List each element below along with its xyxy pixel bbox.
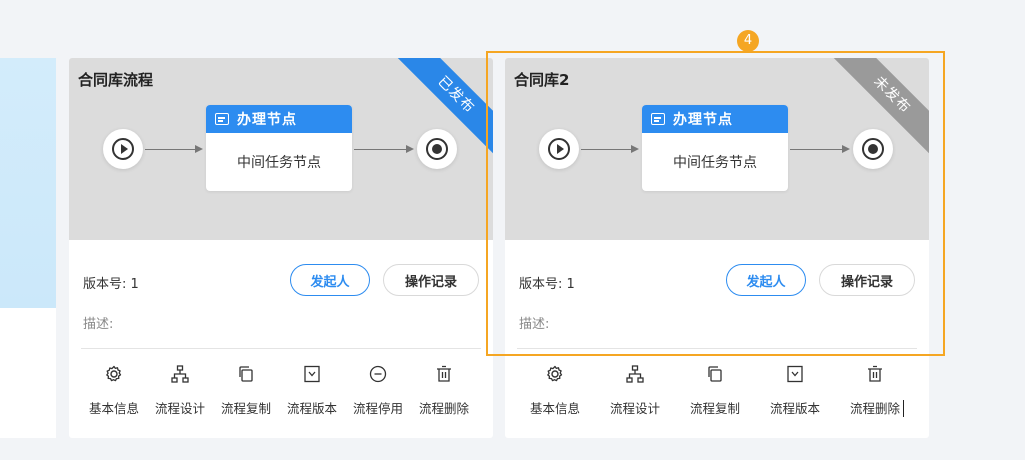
end-dot-icon (432, 144, 442, 154)
flow-edge (790, 149, 842, 150)
action-label: 基本信息 (88, 401, 139, 416)
task-node-title: 办理节点 (237, 112, 297, 128)
form-icon (215, 113, 229, 125)
action-label: 基本信息 (529, 401, 580, 416)
action-process-version[interactable]: 流程版本 (760, 364, 830, 417)
card-title: 合同库2 (514, 71, 570, 89)
partial-card-left (0, 58, 56, 438)
version-icon (787, 365, 803, 383)
end-node (417, 129, 457, 169)
divider (517, 348, 917, 349)
action-label: 流程停用 (352, 401, 403, 416)
arrow-icon (631, 145, 639, 153)
operation-log-button[interactable]: 操作记录 (383, 264, 479, 296)
partial-card-preview (0, 58, 56, 308)
card-preview[interactable]: 办理节点 中间任务节点 合同库流程 已发布 (69, 58, 493, 240)
gear-icon (547, 365, 563, 382)
action-process-disable[interactable]: 流程停用 (343, 364, 413, 417)
start-node (103, 129, 143, 169)
card-title: 合同库流程 (78, 71, 154, 89)
task-node-title: 办理节点 (673, 112, 733, 128)
action-process-copy[interactable]: 流程复制 (680, 364, 750, 417)
flow-edge (145, 149, 195, 150)
action-label: 流程复制 (220, 401, 271, 416)
action-label: 流程删除 (418, 401, 469, 416)
action-process-design[interactable]: 流程设计 (600, 364, 670, 417)
action-label: 流程版本 (286, 401, 337, 416)
divider (81, 348, 481, 349)
version-label: 版本号: 1 (83, 277, 139, 292)
play-icon (556, 144, 564, 154)
action-basic-info[interactable]: 基本信息 (520, 364, 590, 417)
trash-icon (868, 365, 882, 382)
action-label: 流程删除 (849, 401, 900, 416)
text-cursor (903, 400, 904, 417)
end-dot-icon (868, 144, 878, 154)
minus-circle-icon (369, 365, 387, 383)
initiator-button[interactable]: 发起人 (290, 264, 370, 296)
task-node-body: 中间任务节点 (673, 155, 757, 171)
action-label: 流程版本 (769, 401, 820, 416)
description-label: 描述: (83, 317, 114, 332)
flow-edge (581, 149, 631, 150)
start-node (539, 129, 579, 169)
task-node-body: 中间任务节点 (237, 155, 321, 171)
action-process-delete[interactable]: 流程删除 (840, 364, 910, 417)
action-label: 流程设计 (609, 401, 660, 416)
operation-log-button[interactable]: 操作记录 (819, 264, 915, 296)
arrow-icon (842, 145, 850, 153)
version-label: 版本号: 1 (519, 277, 575, 292)
action-label: 流程设计 (154, 401, 205, 416)
play-icon (120, 144, 128, 154)
action-process-version[interactable]: 流程版本 (277, 364, 347, 417)
initiator-button[interactable]: 发起人 (726, 264, 806, 296)
arrow-icon (195, 145, 203, 153)
action-process-design[interactable]: 流程设计 (145, 364, 215, 417)
action-process-copy[interactable]: 流程复制 (211, 364, 281, 417)
trash-icon (437, 365, 451, 382)
task-node: 办理节点 中间任务节点 (206, 105, 352, 191)
card-preview[interactable]: 办理节点 中间任务节点 合同库2 未发布 (505, 58, 929, 240)
card-actions: 基本信息 流程设计 流程复制 流程版本 流程停用 流程删除 (69, 364, 493, 424)
form-icon (651, 113, 665, 125)
arrow-icon (406, 145, 414, 153)
version-icon (304, 365, 320, 383)
org-tree-icon (171, 365, 189, 383)
org-tree-icon (626, 365, 644, 383)
description-label: 描述: (519, 317, 550, 332)
copy-icon (708, 366, 722, 382)
copy-icon (239, 366, 253, 382)
process-card-2[interactable]: 办理节点 中间任务节点 合同库2 未发布 版本号: 1 发起人 操作记录 描述:… (505, 58, 929, 438)
action-label: 流程复制 (689, 401, 740, 416)
gear-icon (106, 365, 122, 382)
task-node: 办理节点 中间任务节点 (642, 105, 788, 191)
card-actions: 基本信息 流程设计 流程复制 流程版本 流程删除 (505, 364, 929, 424)
action-basic-info[interactable]: 基本信息 (79, 364, 149, 417)
step-badge: 4 (737, 30, 759, 52)
flow-edge (354, 149, 406, 150)
end-node (853, 129, 893, 169)
process-card-1[interactable]: 办理节点 中间任务节点 合同库流程 已发布 版本号: 1 发起人 操作记录 描述… (69, 58, 493, 438)
action-process-delete[interactable]: 流程删除 (409, 364, 479, 417)
